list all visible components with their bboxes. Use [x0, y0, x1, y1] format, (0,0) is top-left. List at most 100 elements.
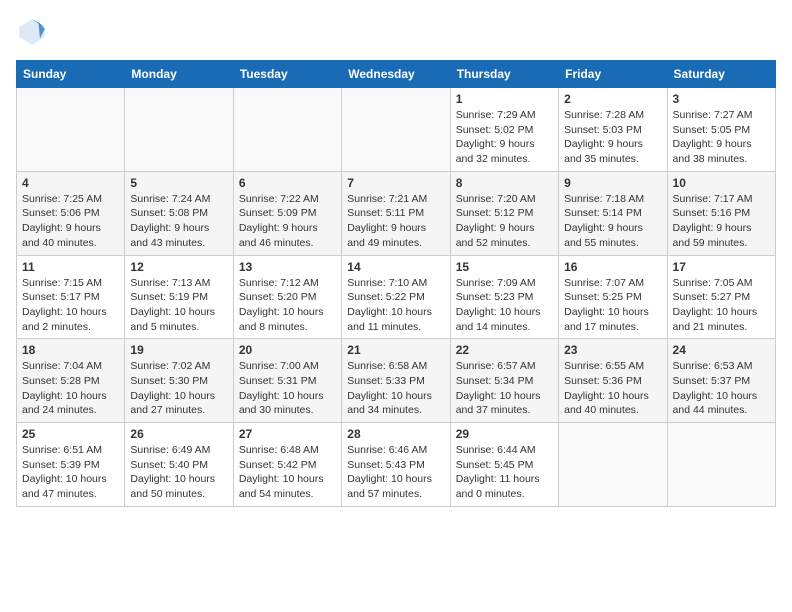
- day-detail: Sunrise: 6:58 AM Sunset: 5:33 PM Dayligh…: [347, 359, 444, 418]
- calendar-body: 1 Sunrise: 7:29 AM Sunset: 5:02 PM Daylig…: [17, 88, 776, 507]
- day-number: 28: [347, 427, 444, 441]
- day-detail: Sunrise: 7:21 AM Sunset: 5:11 PM Dayligh…: [347, 192, 444, 251]
- day-number: 21: [347, 343, 444, 357]
- logo-icon: [16, 16, 48, 48]
- calendar-cell: 16 Sunrise: 7:07 AM Sunset: 5:25 PM Dayli…: [559, 255, 667, 339]
- calendar-week-row: 11 Sunrise: 7:15 AM Sunset: 5:17 PM Dayli…: [17, 255, 776, 339]
- day-number: 6: [239, 176, 336, 190]
- calendar-cell: 29 Sunrise: 6:44 AM Sunset: 5:45 PM Dayli…: [450, 423, 558, 507]
- day-detail: Sunrise: 6:51 AM Sunset: 5:39 PM Dayligh…: [22, 443, 119, 502]
- day-detail: Sunrise: 7:28 AM Sunset: 5:03 PM Dayligh…: [564, 108, 661, 167]
- calendar-cell: 19 Sunrise: 7:02 AM Sunset: 5:30 PM Dayli…: [125, 339, 233, 423]
- day-number: 18: [22, 343, 119, 357]
- day-number: 25: [22, 427, 119, 441]
- day-detail: Sunrise: 7:15 AM Sunset: 5:17 PM Dayligh…: [22, 276, 119, 335]
- day-detail: Sunrise: 6:57 AM Sunset: 5:34 PM Dayligh…: [456, 359, 553, 418]
- day-number: 7: [347, 176, 444, 190]
- calendar-cell: [233, 88, 341, 172]
- day-detail: Sunrise: 7:02 AM Sunset: 5:30 PM Dayligh…: [130, 359, 227, 418]
- day-number: 5: [130, 176, 227, 190]
- day-detail: Sunrise: 7:18 AM Sunset: 5:14 PM Dayligh…: [564, 192, 661, 251]
- day-number: 22: [456, 343, 553, 357]
- day-number: 3: [673, 92, 770, 106]
- day-number: 20: [239, 343, 336, 357]
- day-number: 19: [130, 343, 227, 357]
- calendar-header: SundayMondayTuesdayWednesdayThursdayFrid…: [17, 61, 776, 88]
- day-detail: Sunrise: 7:24 AM Sunset: 5:08 PM Dayligh…: [130, 192, 227, 251]
- header-sunday: Sunday: [17, 61, 125, 88]
- day-detail: Sunrise: 6:48 AM Sunset: 5:42 PM Dayligh…: [239, 443, 336, 502]
- day-number: 11: [22, 260, 119, 274]
- day-number: 12: [130, 260, 227, 274]
- calendar-cell: 23 Sunrise: 6:55 AM Sunset: 5:36 PM Dayli…: [559, 339, 667, 423]
- day-detail: Sunrise: 6:44 AM Sunset: 5:45 PM Dayligh…: [456, 443, 553, 502]
- day-number: 1: [456, 92, 553, 106]
- calendar-cell: 28 Sunrise: 6:46 AM Sunset: 5:43 PM Dayli…: [342, 423, 450, 507]
- calendar-cell: 26 Sunrise: 6:49 AM Sunset: 5:40 PM Dayli…: [125, 423, 233, 507]
- day-detail: Sunrise: 7:10 AM Sunset: 5:22 PM Dayligh…: [347, 276, 444, 335]
- calendar-week-row: 25 Sunrise: 6:51 AM Sunset: 5:39 PM Dayli…: [17, 423, 776, 507]
- header-thursday: Thursday: [450, 61, 558, 88]
- calendar-cell: 18 Sunrise: 7:04 AM Sunset: 5:28 PM Dayli…: [17, 339, 125, 423]
- day-detail: Sunrise: 7:04 AM Sunset: 5:28 PM Dayligh…: [22, 359, 119, 418]
- header-wednesday: Wednesday: [342, 61, 450, 88]
- calendar-cell: 17 Sunrise: 7:05 AM Sunset: 5:27 PM Dayli…: [667, 255, 775, 339]
- day-detail: Sunrise: 7:05 AM Sunset: 5:27 PM Dayligh…: [673, 276, 770, 335]
- calendar-cell: [342, 88, 450, 172]
- calendar-cell: 2 Sunrise: 7:28 AM Sunset: 5:03 PM Daylig…: [559, 88, 667, 172]
- day-number: 26: [130, 427, 227, 441]
- day-number: 13: [239, 260, 336, 274]
- day-detail: Sunrise: 7:25 AM Sunset: 5:06 PM Dayligh…: [22, 192, 119, 251]
- day-detail: Sunrise: 7:20 AM Sunset: 5:12 PM Dayligh…: [456, 192, 553, 251]
- calendar-cell: 24Sunrise: 6:53 AM Sunset: 5:37 PM Dayli…: [667, 339, 775, 423]
- day-detail: Sunrise: 6:53 AM Sunset: 5:37 PM Dayligh…: [673, 359, 770, 418]
- calendar-cell: 15 Sunrise: 7:09 AM Sunset: 5:23 PM Dayli…: [450, 255, 558, 339]
- day-number: 8: [456, 176, 553, 190]
- day-detail: Sunrise: 6:49 AM Sunset: 5:40 PM Dayligh…: [130, 443, 227, 502]
- calendar-cell: 12 Sunrise: 7:13 AM Sunset: 5:19 PM Dayli…: [125, 255, 233, 339]
- calendar-cell: [559, 423, 667, 507]
- day-number: 16: [564, 260, 661, 274]
- calendar-week-row: 18 Sunrise: 7:04 AM Sunset: 5:28 PM Dayli…: [17, 339, 776, 423]
- calendar-cell: [667, 423, 775, 507]
- day-number: 29: [456, 427, 553, 441]
- day-detail: Sunrise: 7:09 AM Sunset: 5:23 PM Dayligh…: [456, 276, 553, 335]
- calendar-cell: [17, 88, 125, 172]
- calendar-week-row: 1 Sunrise: 7:29 AM Sunset: 5:02 PM Daylig…: [17, 88, 776, 172]
- days-of-week-row: SundayMondayTuesdayWednesdayThursdayFrid…: [17, 61, 776, 88]
- calendar-cell: 4 Sunrise: 7:25 AM Sunset: 5:06 PM Daylig…: [17, 171, 125, 255]
- day-number: 23: [564, 343, 661, 357]
- calendar-cell: 25 Sunrise: 6:51 AM Sunset: 5:39 PM Dayli…: [17, 423, 125, 507]
- day-detail: Sunrise: 7:29 AM Sunset: 5:02 PM Dayligh…: [456, 108, 553, 167]
- header-friday: Friday: [559, 61, 667, 88]
- calendar-cell: 6 Sunrise: 7:22 AM Sunset: 5:09 PM Daylig…: [233, 171, 341, 255]
- calendar-cell: 10Sunrise: 7:17 AM Sunset: 5:16 PM Dayli…: [667, 171, 775, 255]
- day-detail: Sunrise: 7:00 AM Sunset: 5:31 PM Dayligh…: [239, 359, 336, 418]
- day-detail: Sunrise: 6:55 AM Sunset: 5:36 PM Dayligh…: [564, 359, 661, 418]
- day-detail: Sunrise: 7:27 AM Sunset: 5:05 PM Dayligh…: [673, 108, 770, 167]
- calendar-cell: 14 Sunrise: 7:10 AM Sunset: 5:22 PM Dayli…: [342, 255, 450, 339]
- day-number: 27: [239, 427, 336, 441]
- calendar-cell: 22 Sunrise: 6:57 AM Sunset: 5:34 PM Dayli…: [450, 339, 558, 423]
- calendar-table: SundayMondayTuesdayWednesdayThursdayFrid…: [16, 60, 776, 507]
- day-number: 15: [456, 260, 553, 274]
- header-tuesday: Tuesday: [233, 61, 341, 88]
- calendar-cell: [125, 88, 233, 172]
- day-number: 4: [22, 176, 119, 190]
- day-detail: Sunrise: 6:46 AM Sunset: 5:43 PM Dayligh…: [347, 443, 444, 502]
- day-number: 9: [564, 176, 661, 190]
- calendar-week-row: 4 Sunrise: 7:25 AM Sunset: 5:06 PM Daylig…: [17, 171, 776, 255]
- day-detail: Sunrise: 7:13 AM Sunset: 5:19 PM Dayligh…: [130, 276, 227, 335]
- calendar-cell: 11 Sunrise: 7:15 AM Sunset: 5:17 PM Dayli…: [17, 255, 125, 339]
- calendar-cell: 9 Sunrise: 7:18 AM Sunset: 5:14 PM Daylig…: [559, 171, 667, 255]
- day-number: 14: [347, 260, 444, 274]
- day-number: 10: [673, 176, 770, 190]
- header-saturday: Saturday: [667, 61, 775, 88]
- calendar-cell: 27 Sunrise: 6:48 AM Sunset: 5:42 PM Dayli…: [233, 423, 341, 507]
- page-header: [16, 16, 776, 48]
- day-detail: Sunrise: 7:22 AM Sunset: 5:09 PM Dayligh…: [239, 192, 336, 251]
- day-number: 2: [564, 92, 661, 106]
- day-detail: Sunrise: 7:07 AM Sunset: 5:25 PM Dayligh…: [564, 276, 661, 335]
- calendar-cell: 21 Sunrise: 6:58 AM Sunset: 5:33 PM Dayli…: [342, 339, 450, 423]
- day-number: 17: [673, 260, 770, 274]
